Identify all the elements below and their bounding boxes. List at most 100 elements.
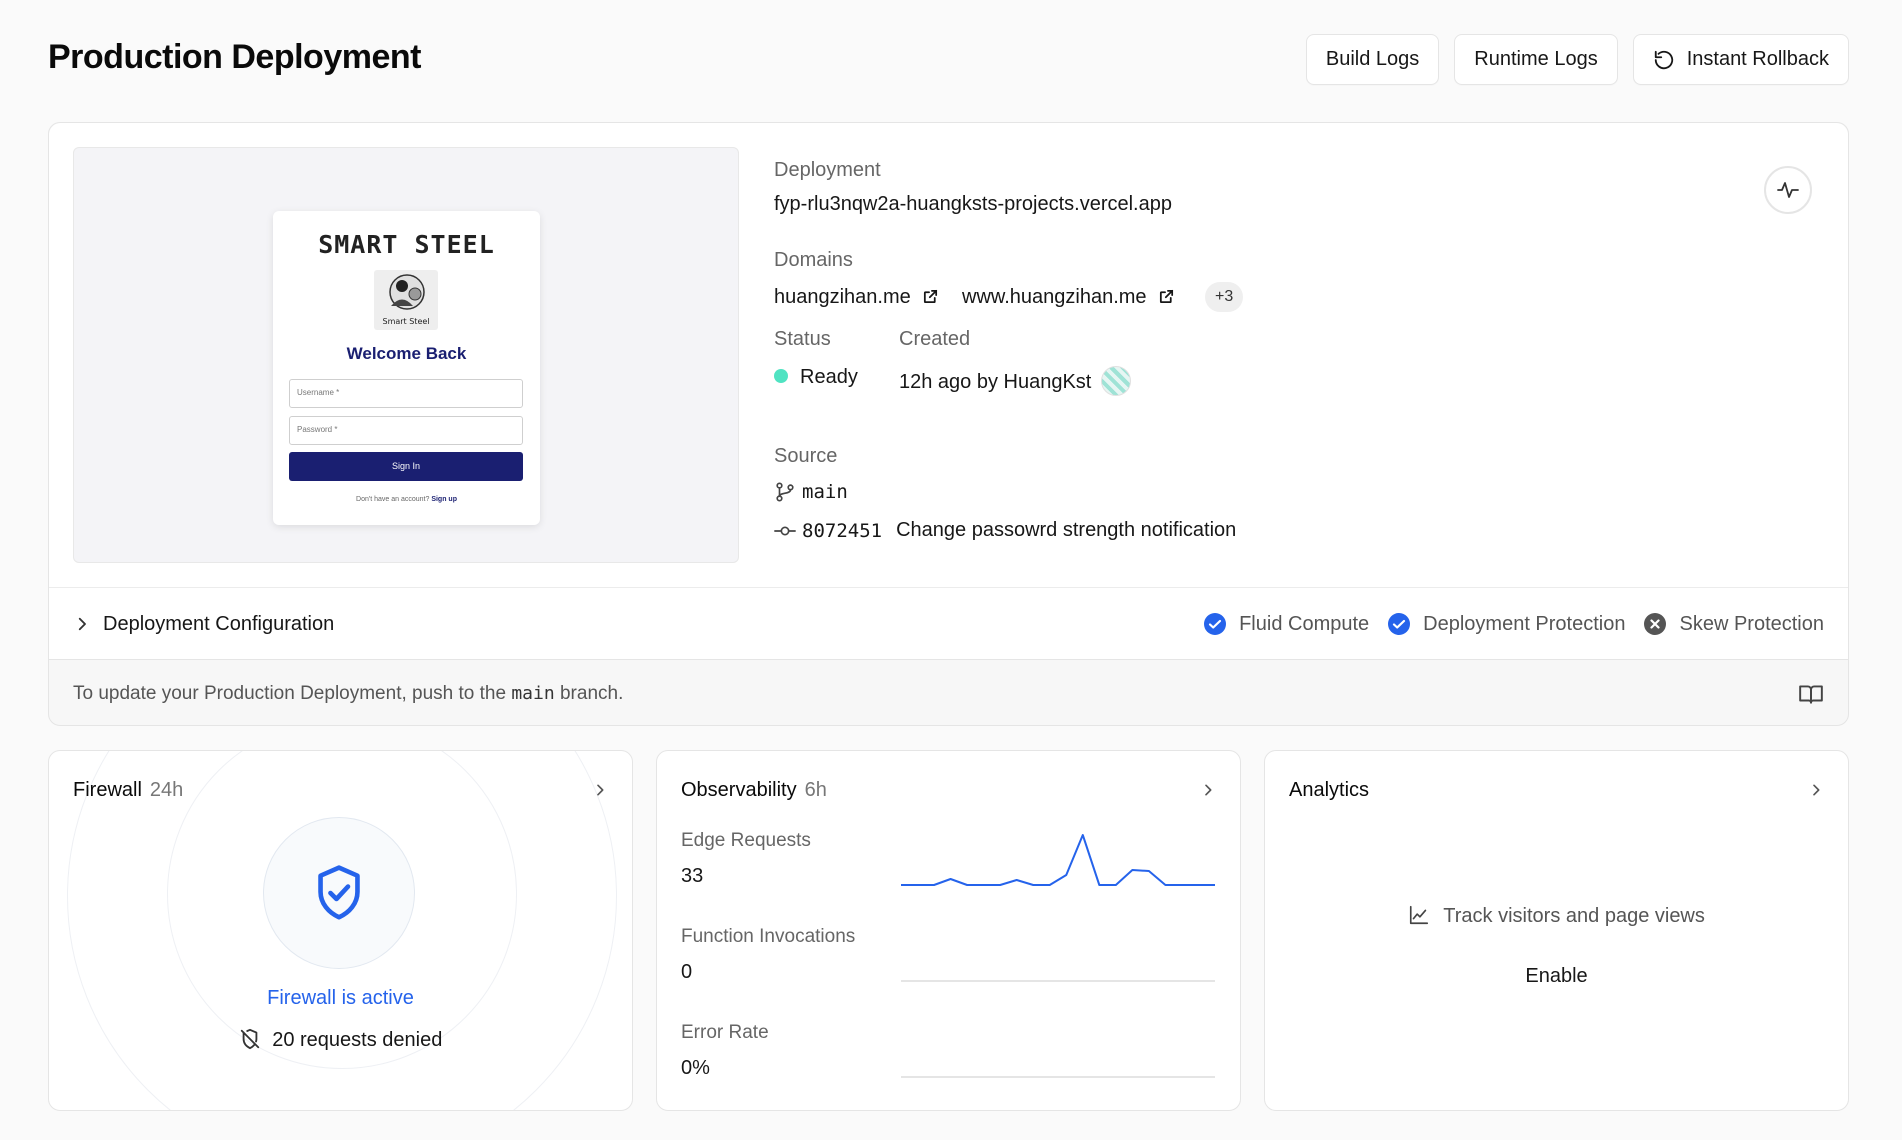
deployment-preview[interactable]: SMART STEEL Smart Steel Welcome Back Use… [73,147,739,563]
deployment-details: SMART STEEL Smart Steel Welcome Back Use… [49,123,1848,660]
domain-2-text: www.huangzihan.me [962,286,1147,308]
edge-requests-sparkline [901,834,1215,886]
firewall-denied-text: 20 requests denied [272,1029,443,1051]
avatar[interactable] [1101,366,1132,396]
source-label: Source [774,445,838,467]
function-invocations-sparkline [901,980,1215,982]
chevron-right-icon[interactable] [592,782,608,798]
check-circle-icon [1204,613,1227,635]
deployment-card: SMART STEEL Smart Steel Welcome Back Use… [48,122,1849,726]
build-logs-label: Build Logs [1325,48,1420,70]
function-invocations-label: Function Invocations [681,926,856,947]
observability-header: Observability 6h [681,775,1216,805]
header-actions: Build Logs Runtime Logs Instant Rollback [1305,34,1849,85]
status-label: Status [774,328,831,350]
preview-brand: SMART STEEL [318,230,495,259]
book-open-icon[interactable] [1798,681,1824,707]
preview-welcome: Welcome Back [346,344,467,363]
observability-panel[interactable]: Observability 6h Edge Requests 33 Functio… [656,750,1241,1111]
status-dot-icon [774,369,788,383]
observability-period: 6h [804,778,827,801]
firewall-header: Firewall 24h [73,775,608,805]
observability-title: Observability [681,778,797,801]
error-rate-sparkline [901,1076,1215,1078]
feature-fluid-compute: Fluid Compute [1203,612,1369,636]
preview-logo: Smart Steel [374,270,438,330]
line-chart-icon [1410,905,1429,925]
check-circle-icon [1388,613,1411,635]
feature-label: Fluid Compute [1239,612,1370,635]
update-note-branch: main [511,682,555,704]
build-logs-button[interactable]: Build Logs [1305,34,1440,85]
analytics-panel[interactable]: Analytics Track visitors and page views … [1264,750,1849,1111]
commit-message: Change passowrd strength notification [896,519,1237,541]
shield-check-icon [318,865,360,920]
x-circle-icon [1644,613,1667,635]
preview-username-field: Username * [289,379,523,408]
firewall-denied: 20 requests denied [49,1028,632,1052]
git-commit-icon [774,526,796,535]
sparkline-series-0 [901,834,1215,886]
preview-password-field: Password * [289,416,523,445]
more-domains-badge[interactable]: +3 [1205,282,1244,312]
page-title: Production Deployment [48,38,421,76]
created-text: 12h ago by HuangKst [899,371,1092,393]
external-link-icon [1160,289,1174,304]
analytics-track-text: Track visitors and page views [1265,904,1848,928]
chevron-right-icon[interactable] [1808,782,1824,798]
edge-requests-label: Edge Requests [681,830,811,851]
firewall-shield [263,817,415,969]
source-branch[interactable]: main [774,481,848,503]
created-value: 12h ago by HuangKst [899,366,1132,396]
feature-list: Fluid Compute Deployment Protection Skew… [1185,588,1824,660]
deployment-configuration-title: Deployment Configuration [103,612,335,635]
instant-rollback-button[interactable]: Instant Rollback [1632,34,1849,85]
runtime-logs-label: Runtime Logs [1474,48,1598,70]
external-link-icon [924,289,938,304]
branch-name: main [802,481,848,503]
chevron-right-icon[interactable] [1200,782,1216,798]
analytics-title: Analytics [1289,778,1370,801]
git-branch-icon [776,482,794,502]
status-value: Ready [774,366,858,389]
deployment-label: Deployment [774,159,881,181]
error-rate-label: Error Rate [681,1022,769,1043]
feature-skew-protection: Skew Protection [1643,612,1824,636]
error-rate-value: 0% [681,1057,710,1079]
preview-logo-caption: Smart Steel [382,317,430,326]
preview-signin-button: Sign In [289,452,523,481]
runtime-logs-button[interactable]: Runtime Logs [1454,34,1618,85]
domain-link-1[interactable]: huangzihan.me [774,286,939,309]
update-note: To update your Production Deployment, pu… [73,660,1824,725]
domain-1-text: huangzihan.me [774,286,911,308]
firewall-status: Firewall is active [267,987,414,1009]
feature-deployment-protection: Deployment Protection [1387,612,1625,636]
firewall-title: Firewall [73,778,142,801]
source-commit[interactable]: 8072451 Change passowrd strength notific… [774,519,1236,542]
update-note-suffix: branch. [559,682,624,704]
rollback-icon [1654,50,1673,69]
instant-rollback-label: Instant Rollback [1686,48,1829,70]
activity-button[interactable] [1764,166,1812,214]
preview-signup-prompt: Don't have an account? [356,496,430,503]
commit-hash: 8072451 [802,519,883,542]
preview-signup-link: Sign up [431,496,457,503]
created-label: Created [899,328,971,350]
analytics-track-label: Track visitors and page views [1443,905,1705,927]
chevron-right-icon [78,617,86,631]
edge-requests-value: 33 [681,865,704,887]
preview-login-card: SMART STEEL Smart Steel Welcome Back Use… [273,211,540,525]
feature-label: Skew Protection [1679,612,1824,635]
update-note-text: To update your Production Deployment, pu… [73,683,623,705]
deployment-configuration-row[interactable]: Deployment Configuration Fluid Compute D… [49,587,1848,660]
function-invocations-value: 0 [681,961,693,983]
update-note-prefix: To update your Production Deployment, pu… [73,682,507,704]
feature-label: Deployment Protection [1423,612,1626,635]
deployment-url[interactable]: fyp-rlu3nqw2a-huangksts-projects.vercel.… [774,193,1172,216]
firewall-panel[interactable]: Firewall 24h Firewall is active 20 reques… [48,750,633,1111]
firewall-period: 24h [149,778,184,801]
domain-link-2[interactable]: www.huangzihan.me [962,286,1175,309]
analytics-enable-button[interactable]: Enable [1265,965,1848,988]
analytics-header: Analytics [1289,775,1824,805]
domains-label: Domains [774,249,853,271]
